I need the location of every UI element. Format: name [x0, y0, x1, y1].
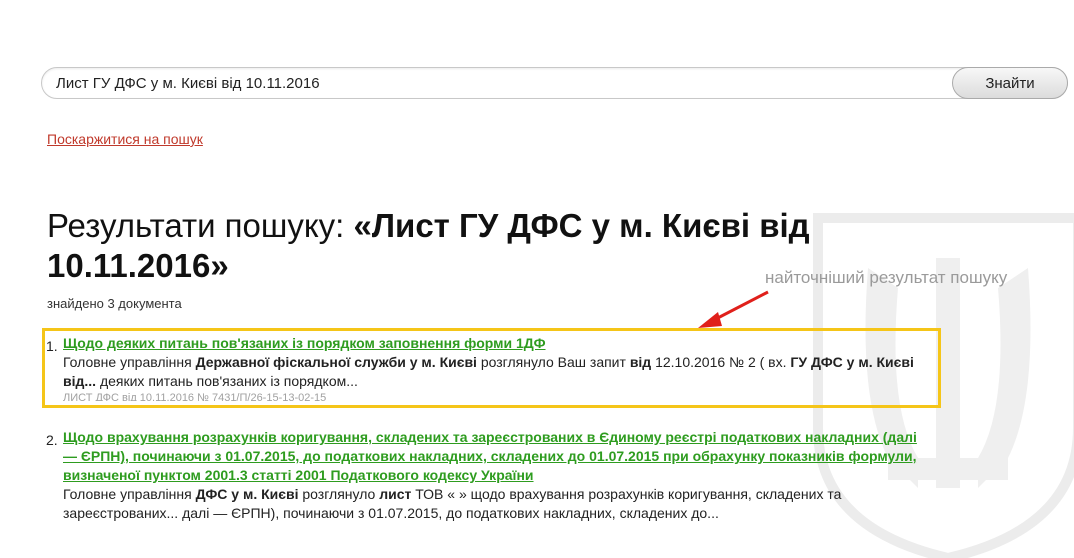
search-bar: Знайти [41, 67, 1068, 99]
search-input[interactable] [56, 68, 936, 98]
result-snippet: Головне управління ДФС у м. Києві розгля… [63, 486, 842, 521]
results-title-prefix: Результати пошуку: [47, 207, 354, 244]
result-item-1: 1. Щодо деяких питань пов'язаних із поря… [46, 334, 926, 401]
result-number: 2. [46, 432, 58, 448]
result-title-link[interactable]: Щодо врахування розрахунків коригування,… [63, 429, 917, 483]
complain-search-link[interactable]: Поскаржитися на пошук [47, 131, 203, 147]
result-meta: ЛИСТ ДФС від 10.11.2016 № 7431/П/26-15-1… [63, 392, 327, 401]
page-title: Результати пошуку: «Лист ГУ ДФС у м. Киє… [47, 206, 837, 286]
search-button[interactable]: Знайти [952, 67, 1068, 99]
result-title-link[interactable]: Щодо деяких питань пов'язаних із порядко… [63, 335, 546, 351]
found-count: знайдено 3 документа [47, 296, 182, 311]
result-snippet: Головне управління Державної фіскальної … [63, 354, 914, 389]
result-item-2: 2. Щодо врахування розрахунків коригуван… [46, 428, 926, 523]
annotation-label: найточніший результат пошуку [765, 268, 1008, 287]
result-number: 1. [46, 338, 58, 354]
annotation-arrow-icon [698, 290, 769, 328]
